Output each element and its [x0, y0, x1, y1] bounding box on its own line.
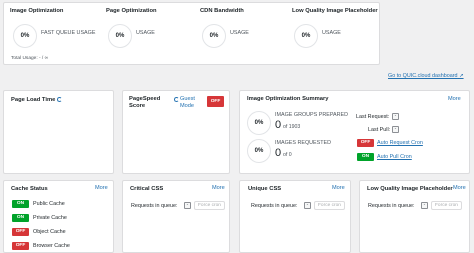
images-requested-value: 0 — [275, 147, 282, 159]
cdn-bandwidth-ring: 0% — [202, 24, 226, 48]
last-request-value: - — [392, 113, 399, 120]
dashboard-link-label[interactable]: Go to QUIC.cloud dashboard — [388, 73, 458, 79]
critical-css-force-cron-button[interactable]: Force cron — [194, 201, 225, 210]
cache-status-card: Cache Status More ON Public Cache ON Pri… — [3, 180, 114, 253]
refresh-icon[interactable] — [56, 97, 62, 102]
usage-card: Image Optimization 0% FAST QUEUE USAGE P… — [3, 2, 380, 65]
guest-mode-line1: Guest — [180, 96, 195, 102]
total-usage: Total Usage: - / ∞ — [11, 56, 49, 61]
page-optimization-ring: 0% — [108, 24, 132, 48]
page-load-title: Page Load Time — [11, 97, 62, 103]
auto-request-toggle[interactable]: OFF — [357, 139, 374, 147]
private-cache-status: ON — [12, 214, 29, 222]
images-requested-total: of 0 — [283, 152, 292, 158]
cache-status-more-link[interactable]: More — [95, 185, 108, 191]
page-load-title-text: Page Load Time — [11, 97, 56, 104]
unique-css-title: Unique CSS — [248, 186, 282, 192]
critical-css-card: Critical CSS More Requests in queue: - F… — [122, 180, 230, 253]
pagespeed-title-line2: Score — [129, 103, 146, 109]
unique-css-queue-value: - — [304, 202, 311, 209]
image-groups-label: IMAGE GROUPS PREPARED — [275, 112, 348, 118]
image-groups-value: 0 — [275, 119, 282, 131]
images-requested-ring: 0% — [247, 139, 271, 163]
page-optimization-title: Page Optimization — [106, 8, 157, 14]
pagespeed-title: PageSpeed Score — [129, 96, 160, 110]
last-request-label: Last Request: — [356, 114, 390, 120]
private-cache-label: Private Cache — [33, 215, 67, 221]
object-cache-status: OFF — [12, 228, 29, 236]
critical-css-more-link[interactable]: More — [212, 185, 225, 191]
last-pull-value: - — [392, 126, 399, 133]
pagespeed-title-line1: PageSpeed — [129, 96, 161, 102]
browser-cache-status: OFF — [12, 242, 29, 250]
lqip-more-link[interactable]: More — [453, 185, 466, 191]
image-optimization-ring: 0% — [13, 24, 37, 48]
lqip-title: Low Quality Image Placeholder — [367, 186, 453, 192]
page-optimization-usage-label: USAGE — [136, 30, 155, 36]
unique-css-force-cron-button[interactable]: Force cron — [314, 201, 345, 210]
image-optimization-usage-label: FAST QUEUE USAGE — [41, 30, 96, 36]
lqip-card: Low Quality Image Placeholder More Reque… — [359, 180, 470, 253]
lqip-queue-label: Requests in queue: — [368, 203, 415, 209]
image-summary-card: Image Optimization Summary More 0% IMAGE… — [239, 90, 470, 174]
auto-pull-toggle[interactable]: ON — [357, 153, 374, 161]
cdn-bandwidth-title: CDN Bandwidth — [200, 8, 244, 14]
last-pull-label: Last Pull: — [368, 127, 391, 133]
image-optimization-title: Image Optimization — [10, 8, 64, 14]
image-groups-total: of 1903 — [283, 124, 301, 130]
public-cache-label: Public Cache — [33, 201, 65, 207]
external-link-icon: ↗ — [459, 73, 464, 79]
critical-css-title: Critical CSS — [130, 186, 164, 192]
object-cache-label: Object Cache — [33, 229, 66, 235]
quic-cloud-dashboard-link[interactable]: Go to QUIC.cloud dashboard ↗ — [388, 73, 464, 79]
images-requested-label: IMAGES REQUESTED — [275, 140, 332, 146]
unique-css-queue-label: Requests in queue: — [251, 203, 298, 209]
critical-css-queue-label: Requests in queue: — [131, 203, 178, 209]
unique-css-more-link[interactable]: More — [332, 185, 345, 191]
page-load-card: Page Load Time — [3, 90, 114, 174]
lqip-queue-value: - — [421, 202, 428, 209]
critical-css-queue-value: - — [184, 202, 191, 209]
image-summary-title: Image Optimization Summary — [247, 96, 329, 102]
public-cache-status: ON — [12, 200, 29, 208]
image-summary-more-link[interactable]: More — [448, 96, 461, 102]
lqip-force-cron-button[interactable]: Force cron — [431, 201, 462, 210]
auto-request-cron-link[interactable]: Auto Request Cron — [377, 140, 423, 146]
image-groups-ring: 0% — [247, 111, 271, 135]
cache-status-title: Cache Status — [11, 186, 48, 192]
guest-mode-label: Guest Mode — [180, 96, 195, 110]
guest-mode-line2: Mode — [180, 103, 194, 109]
cdn-bandwidth-usage-label: USAGE — [230, 30, 249, 36]
unique-css-card: Unique CSS More Requests in queue: - For… — [239, 180, 351, 253]
browser-cache-label: Browser Cache — [33, 243, 70, 249]
lqip-usage-ring: 0% — [294, 24, 318, 48]
lqip-usage-label: USAGE — [322, 30, 341, 36]
guest-mode-toggle[interactable]: OFF — [207, 96, 224, 107]
pagespeed-card: PageSpeed Score Guest Mode OFF — [122, 90, 230, 174]
pagespeed-refresh-icon[interactable] — [174, 97, 179, 102]
lqip-usage-title: Low Quality Image Placeholder — [292, 8, 378, 14]
auto-pull-cron-link[interactable]: Auto Pull Cron — [377, 154, 412, 160]
